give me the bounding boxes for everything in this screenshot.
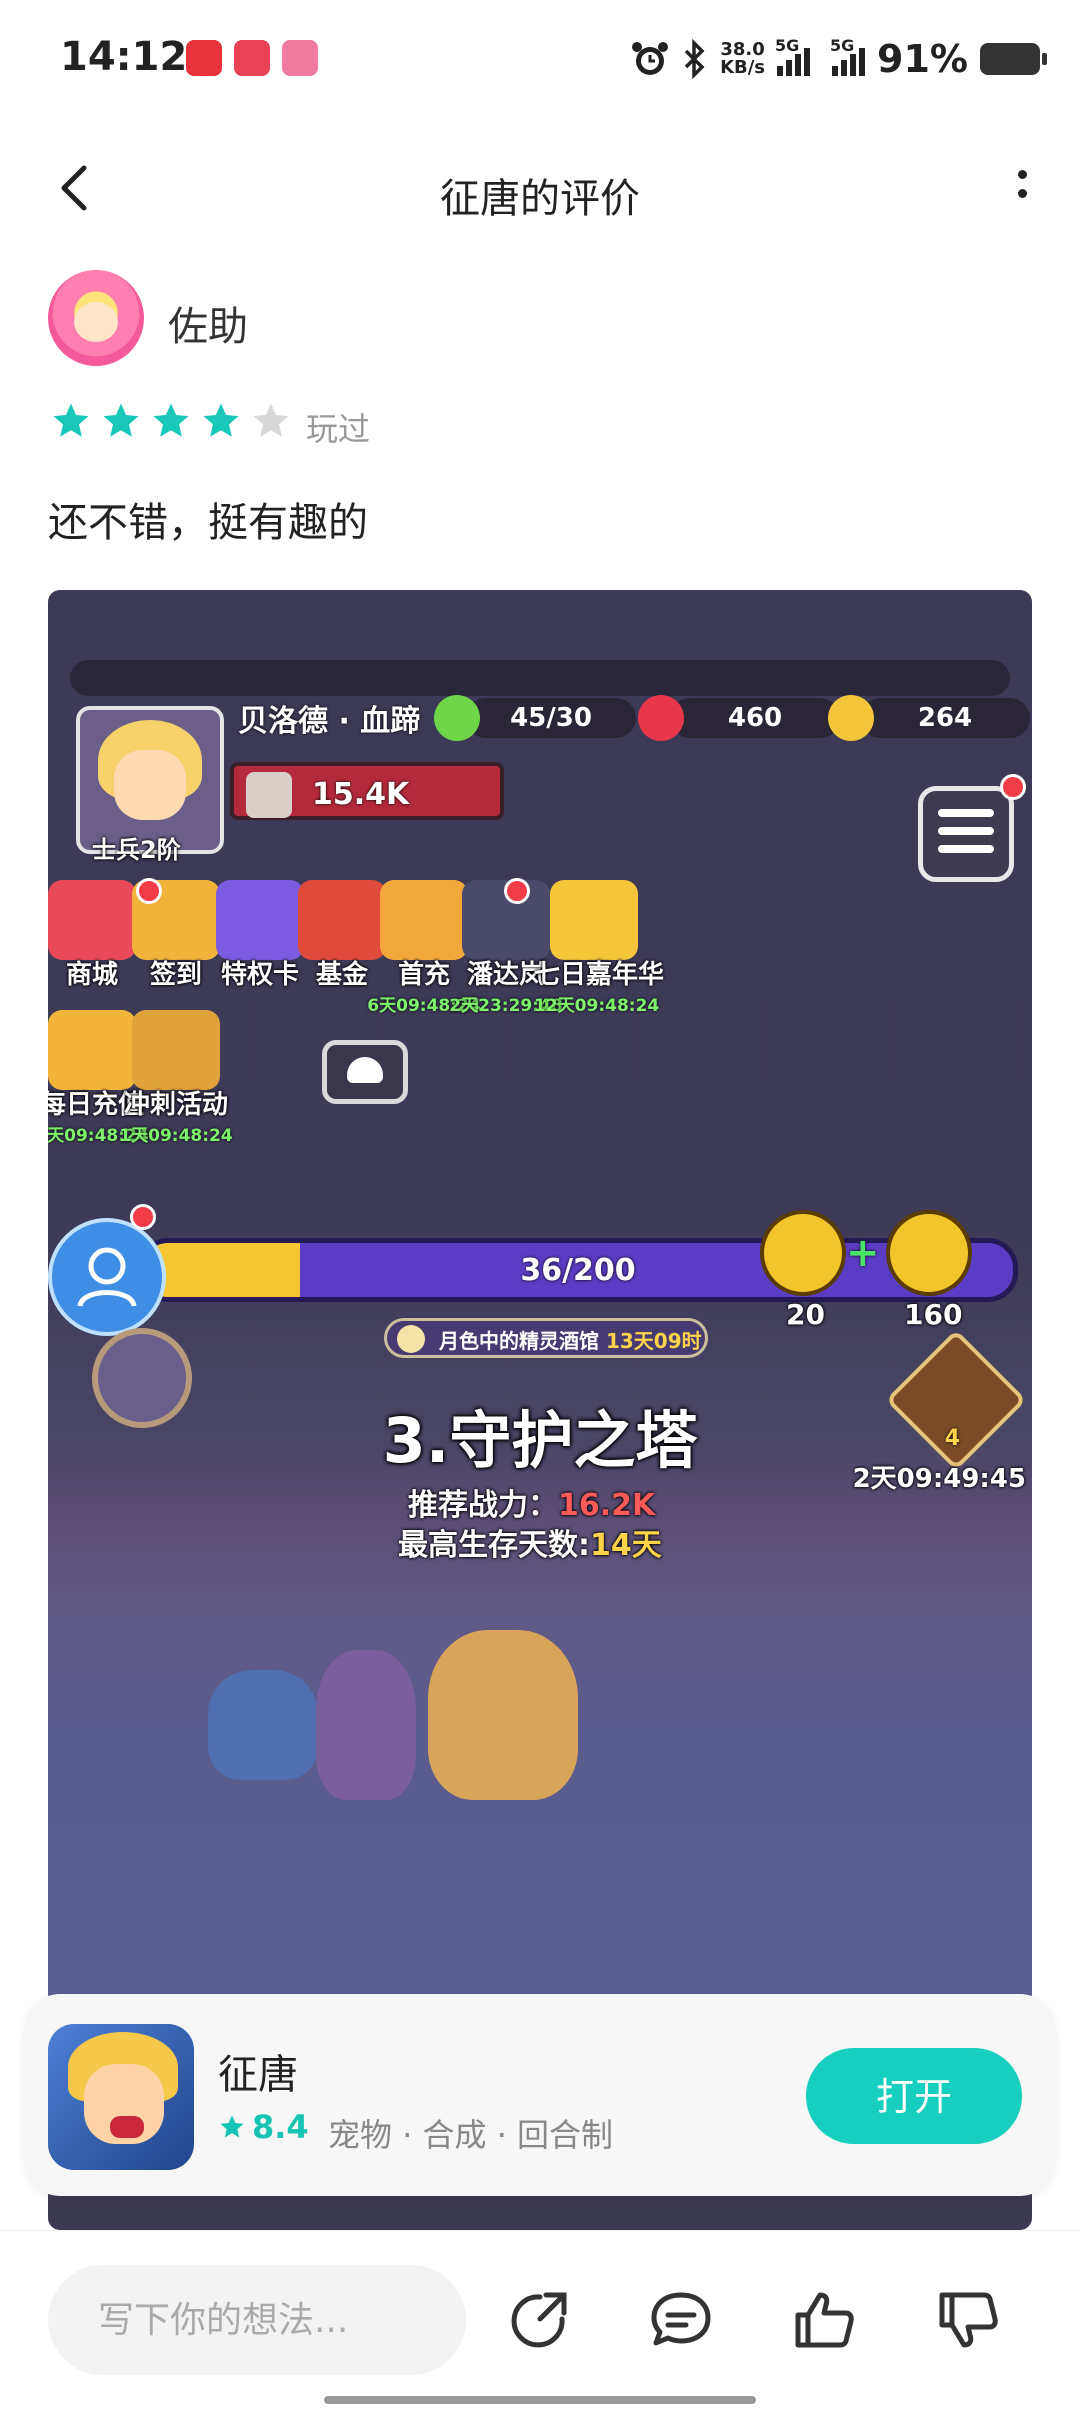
game-icon-6: 七日嘉年华 12天09:48:24 [534,880,665,1016]
recommend-label: 推荐战力： [408,1488,558,1523]
fish-count: 4 [944,1426,960,1451]
signal-icon-sim2: 5G [830,36,866,76]
hero-name: 贝洛德 · 血蹄 [238,704,421,739]
bottom-action-bar [0,2230,1080,2409]
resource-value: 45/30 [466,698,636,738]
fish-timer: 2天09:49:45 [852,1464,1026,1494]
energy-text: 36/200 [520,1253,636,1288]
status-time: 14:12 [60,34,188,80]
signal2-label: 5G [830,36,855,55]
user-avatar[interactable] [48,270,144,366]
status-icons: 38.0 KB/s 5G 5G 91% [630,34,1047,84]
game-icon-timer: 12天09:48:24 [534,996,660,1016]
alarm-icon [632,42,669,75]
star-icon [53,403,89,437]
hero-rank: 士兵2阶 [92,836,181,864]
hud-top-bar [70,660,1010,696]
star-icon [153,403,189,437]
status-bar: 14:12 38.0 KB/s 5G 5G 91% [0,0,1080,120]
app-name[interactable]: 征唐 [218,2042,298,2100]
review-text: 还不错，挺有趣的 [48,500,368,546]
resource-gem-red: 460 [638,695,840,741]
tavern-text: 月色中的精灵酒馆 [439,1329,599,1353]
star-icon [253,403,289,437]
notification-icon-app1 [186,40,222,76]
goblin-character [208,1670,318,1780]
best-label: 最高生存天数: [398,1528,590,1563]
star-icon [203,403,239,437]
star-icon [103,403,139,437]
tavern-event: 月色中的精灵酒馆 13天09时 [384,1318,708,1358]
app-card[interactable]: 征唐 8.4 宠物 · 合成 · 回合制 打开 [24,1994,1056,2196]
elf-character [316,1650,416,1800]
home-indicator [324,2396,756,2404]
notification-dot [130,1204,156,1230]
resource-value: 264 [860,698,1030,738]
game-icon-graphic [550,880,638,960]
combat-power: 15.4K [230,762,504,820]
notification-dot [136,878,162,904]
recommend-value: 16.2K [558,1488,656,1523]
thumbs-up-icon[interactable] [792,2287,858,2353]
open-app-button[interactable]: 打开 [806,2048,1022,2144]
share-icon[interactable] [506,2287,572,2353]
network-speed: 38.0 KB/s [720,41,765,77]
gold-coin-icon [828,695,874,741]
bolt-value: 20 [786,1298,825,1331]
hero-character [428,1630,578,1800]
power-value: 15.4K [312,777,410,812]
clock-icon [397,1325,425,1353]
thumbs-down-icon[interactable] [936,2287,1002,2353]
review-screenshot[interactable]: 士兵2阶 贝洛德 · 血蹄 45/30 460 264 15.4K 商城 签到 特权… [48,590,1032,2230]
game-icon-graphic [132,1010,220,1090]
username[interactable]: 佐助 [168,294,248,352]
signal-icon-sim1: 5G [775,36,811,76]
app-tags: 宠物 · 合成 · 回合制 [328,2116,614,2154]
energy-bolt-icon [760,1210,846,1296]
energy-bolt-icon [886,1210,972,1296]
bluetooth-icon [684,39,705,79]
green-gem-icon [434,695,480,741]
game-icon-8: 冲刺活动 1天09:48:24 [116,1010,236,1146]
comment-icon[interactable] [648,2287,714,2353]
resource-value: 460 [670,698,840,738]
star-icon [220,2115,244,2138]
red-gem-icon [638,695,684,741]
best-value: 14天 [590,1528,662,1563]
app-icon[interactable] [48,2024,194,2170]
notification-dot [504,878,530,904]
game-icon-timer: 1天09:48:24 [119,1126,233,1146]
page-header: 征唐的评价 [0,130,1080,250]
app-rating: 8.4 [218,2108,309,2146]
resource-gem-green: 45/30 [434,695,636,741]
signal1-label: 5G [775,36,800,55]
page-title: 征唐的评价 [440,176,640,222]
user-float-icon [48,1218,166,1336]
battery-percent: 91% [877,37,968,81]
rating-stars [50,400,292,442]
battery-icon [980,43,1047,75]
game-icon-label: 七日嘉年华 [534,960,665,990]
more-options-icon[interactable] [1002,160,1042,220]
collapse-up-icon [322,1040,408,1104]
net-speed-unit: KB/s [720,57,766,78]
notification-icon-app2 [234,40,270,76]
best-survival: 最高生存天数:14天 [398,1520,662,1564]
plus-icon: + [846,1230,880,1276]
axe-icon [246,772,292,818]
game-menu-icon [918,786,1014,882]
resource-gold: 264 [828,695,1030,741]
notification-dot [1000,774,1026,800]
app-score: 8.4 [252,2108,309,2146]
play-status: 玩过 [306,410,371,448]
game-icon-label: 冲刺活动 [123,1090,228,1120]
notification-icon-bilibili [282,40,318,76]
tavern-time: 13天09时 [605,1329,702,1353]
bolt-value: 160 [904,1298,963,1331]
recommended-power: 推荐战力：16.2K [408,1480,655,1524]
comment-input[interactable] [48,2265,466,2375]
